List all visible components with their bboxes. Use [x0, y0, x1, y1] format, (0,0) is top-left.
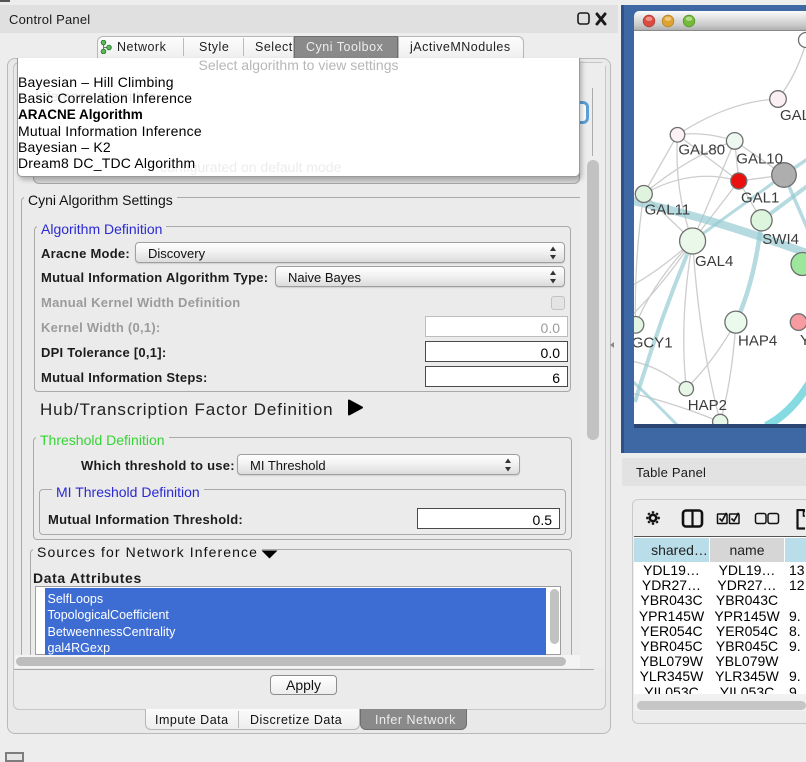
svg-text:Y: Y [800, 332, 806, 349]
svg-text:HAP2: HAP2 [688, 397, 727, 414]
svg-text:GAL7: GAL7 [780, 107, 806, 124]
svg-text:SWI4: SWI4 [762, 231, 799, 248]
svg-text:GAL80: GAL80 [678, 142, 725, 159]
svg-text:GAL10: GAL10 [736, 151, 783, 168]
svg-text:GCY1: GCY1 [634, 335, 673, 352]
svg-text:HAP4: HAP4 [738, 333, 777, 350]
svg-text:GAL11: GAL11 [645, 202, 691, 219]
svg-text:GAL4: GAL4 [695, 253, 733, 270]
svg-text:GAL1: GAL1 [741, 190, 779, 207]
